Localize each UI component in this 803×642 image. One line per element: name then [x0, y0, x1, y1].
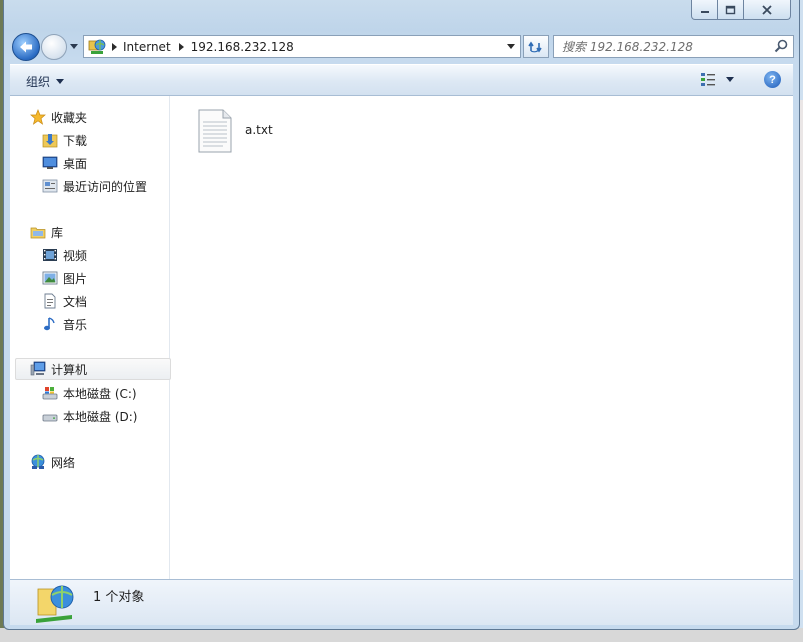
nav-item-label: 下载	[63, 133, 88, 148]
refresh-icon	[528, 41, 542, 52]
organize-button[interactable]: 组织	[26, 73, 65, 90]
breadcrumb-separator[interactable]	[176, 42, 188, 51]
nav-item-drive-d[interactable]: 本地磁盘 (D:)	[41, 405, 137, 427]
pictures-icon	[41, 269, 59, 287]
network-icon	[29, 453, 47, 471]
file-item[interactable]: a.txt	[197, 108, 273, 154]
downloads-folder-icon	[41, 131, 59, 149]
nav-libraries-label: 库	[51, 225, 64, 240]
music-icon	[41, 315, 59, 333]
drive-icon	[41, 407, 59, 425]
address-dropdown-button[interactable]	[502, 36, 520, 57]
recent-pages-dropdown[interactable]	[70, 39, 78, 53]
chevron-right-icon	[179, 42, 185, 51]
nav-item-label: 图片	[63, 271, 88, 286]
nav-network[interactable]: 网络	[29, 451, 75, 473]
search-input[interactable]	[560, 37, 770, 56]
search-box[interactable]	[553, 35, 794, 58]
nav-computer-label: 计算机	[51, 362, 88, 377]
nav-libraries[interactable]: 库	[29, 221, 63, 243]
nav-item-desktop[interactable]: 桌面	[41, 152, 87, 174]
recent-places-icon	[41, 177, 59, 195]
nav-item-downloads[interactable]: 下载	[41, 129, 87, 151]
videos-icon	[41, 246, 59, 264]
file-list[interactable]: a.txt	[171, 96, 793, 579]
minimize-icon	[700, 10, 709, 13]
desktop-background-bottom	[0, 628, 803, 642]
explorer-window: Internet 192.168.232.128 搜索 192.168.232.…	[3, 0, 800, 630]
help-button[interactable]: ?	[764, 71, 781, 88]
chevron-right-icon	[111, 42, 117, 51]
breadcrumb-separator[interactable]	[108, 42, 120, 51]
nav-item-recent-places[interactable]: 最近访问的位置	[41, 175, 147, 197]
nav-favorites-label: 收藏夹	[51, 110, 88, 125]
navigation-pane: 收藏夹 下载 桌面 最近访问的位置 库 视频 图片 文档 音乐 计算机 本地磁盘…	[10, 96, 171, 579]
chevron-down-icon	[70, 43, 78, 49]
minimize-button[interactable]	[691, 0, 718, 20]
nav-item-label: 文档	[63, 294, 88, 309]
restore-icon	[725, 5, 736, 14]
nav-item-label: 桌面	[63, 156, 88, 171]
nav-item-label: 音乐	[63, 317, 88, 332]
close-icon	[762, 4, 772, 15]
back-button[interactable]	[12, 33, 40, 61]
item-count: 1 个对象	[93, 590, 145, 605]
nav-favorites[interactable]: 收藏夹	[29, 106, 87, 128]
address-bar[interactable]: Internet 192.168.232.128	[83, 35, 521, 58]
nav-item-label: 最近访问的位置	[63, 179, 148, 194]
details-pane: 1 个对象	[10, 579, 793, 625]
nav-item-label: 本地磁盘 (C:)	[63, 386, 137, 401]
computer-icon	[29, 360, 47, 378]
refresh-button[interactable]	[523, 35, 549, 58]
nav-item-videos[interactable]: 视频	[41, 244, 87, 266]
breadcrumb-internet[interactable]: Internet	[120, 40, 176, 54]
forward-button[interactable]	[41, 34, 67, 60]
nav-network-label: 网络	[51, 455, 76, 470]
organize-label: 组织	[26, 75, 51, 89]
breadcrumb-host[interactable]: 192.168.232.128	[188, 40, 299, 54]
nav-item-label: 视频	[63, 248, 88, 263]
caption-buttons	[691, 0, 791, 20]
network-location-icon	[86, 36, 108, 57]
navigation-row: Internet 192.168.232.128	[4, 30, 799, 62]
chevron-down-icon[interactable]	[726, 76, 734, 82]
chevron-down-icon	[507, 44, 515, 49]
text-file-icon	[198, 109, 232, 153]
command-bar: 组织 ?	[10, 64, 793, 96]
chevron-down-icon	[56, 79, 65, 84]
change-view-button[interactable]	[700, 72, 734, 86]
view-details-icon	[701, 73, 715, 86]
explorer-body: 收藏夹 下载 桌面 最近访问的位置 库 视频 图片 文档 音乐 计算机 本地磁盘…	[10, 96, 793, 579]
close-button[interactable]	[744, 0, 791, 20]
search-icon	[774, 39, 788, 53]
nav-item-pictures[interactable]: 图片	[41, 267, 87, 289]
file-name: a.txt	[245, 123, 273, 137]
back-arrow-icon	[20, 41, 32, 53]
documents-icon	[41, 292, 59, 310]
desktop-icon	[41, 154, 59, 172]
star-icon	[29, 108, 47, 126]
nav-item-documents[interactable]: 文档	[41, 290, 87, 312]
nav-item-drive-c[interactable]: 本地磁盘 (C:)	[41, 382, 137, 404]
nav-computer[interactable]: 计算机	[15, 358, 171, 380]
nav-item-label: 本地磁盘 (D:)	[63, 409, 138, 424]
maximize-button[interactable]	[718, 0, 744, 20]
system-drive-icon	[41, 384, 59, 402]
libraries-icon	[29, 223, 47, 241]
nav-item-music[interactable]: 音乐	[41, 313, 87, 335]
network-location-icon	[36, 585, 74, 623]
